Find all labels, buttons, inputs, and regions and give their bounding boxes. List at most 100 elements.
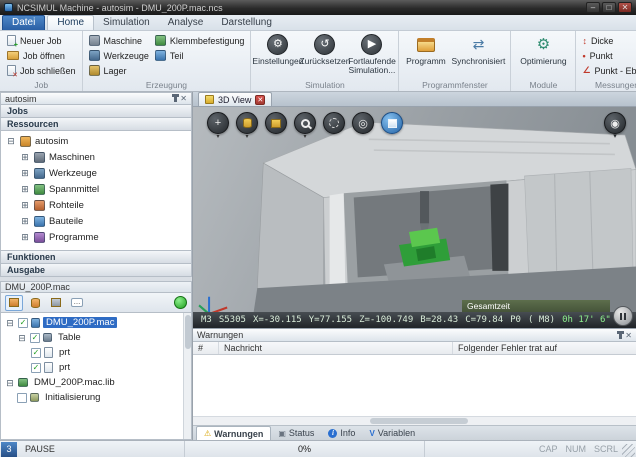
camera-options[interactable]: ◉ ▾ xyxy=(604,112,626,140)
close-job-button[interactable]: ✕ Job schließen xyxy=(4,63,79,78)
jobs-label: Jobs xyxy=(7,106,28,116)
column-error[interactable]: Folgender Fehler trat auf xyxy=(453,342,636,354)
tab-darstellung[interactable]: Darstellung xyxy=(212,16,281,30)
pin-icon[interactable] xyxy=(174,95,177,102)
program-tree-scrollbar[interactable] xyxy=(183,313,191,439)
punkt-button[interactable]: • Punkt xyxy=(579,48,636,63)
synchronisiert-button[interactable]: ⇄ Synchronisiert xyxy=(449,33,507,79)
tree-node-bauteile[interactable]: ⊞ Bauteile xyxy=(1,213,191,229)
checkbox-checked-icon[interactable]: ✓ xyxy=(18,318,28,328)
new-job-button[interactable]: + Neuer Job xyxy=(4,33,79,48)
tab-3d-view[interactable]: 3D View ✕ xyxy=(198,92,272,106)
program-node-prt1[interactable]: ✓ prt xyxy=(1,345,191,360)
panel-close-icon[interactable]: ✕ xyxy=(180,94,187,103)
stock-display-icon[interactable]: ▾ xyxy=(236,112,258,134)
horizontal-scrollbar[interactable] xyxy=(193,416,636,425)
minimize-icon[interactable]: – xyxy=(586,2,600,13)
program-node-init[interactable]: Initialisierung xyxy=(1,390,191,405)
expand-icon[interactable]: ⊞ xyxy=(20,152,30,162)
optimierung-button[interactable]: ⚙ Optimierung xyxy=(514,33,572,79)
program-file-icon xyxy=(31,318,40,328)
teil-button[interactable]: Teil xyxy=(152,48,248,63)
table-node-label: Table xyxy=(55,332,84,343)
expand-icon[interactable]: ⊞ xyxy=(20,232,30,242)
werkzeuge-button[interactable]: Werkzeuge xyxy=(86,48,152,63)
panel-close-icon[interactable]: ✕ xyxy=(625,331,632,340)
app-icon xyxy=(4,3,13,12)
section-funktionen[interactable]: Funktionen xyxy=(0,251,192,264)
tab-status[interactable]: ▣ Status xyxy=(271,426,321,440)
column-message[interactable]: Nachricht xyxy=(219,342,453,354)
open-job-label: Job öffnen xyxy=(23,51,65,61)
program-node-root[interactable]: ⊟ ✓ DMU_200P.mac xyxy=(1,315,191,330)
expand-icon[interactable]: ⊞ xyxy=(20,184,30,194)
expand-icon[interactable]: ⊞ xyxy=(20,200,30,210)
maschine-button[interactable]: Maschine xyxy=(86,33,152,48)
pan-view-icon[interactable]: +▾ xyxy=(207,112,229,134)
checkbox-checked-icon[interactable]: ✓ xyxy=(30,333,40,343)
target-view-icon[interactable]: ◎ xyxy=(352,112,374,134)
maximize-icon[interactable]: □ xyxy=(602,2,616,13)
checkbox-checked-icon[interactable]: ✓ xyxy=(31,348,41,358)
tab-analyse[interactable]: Analyse xyxy=(159,16,213,30)
ribbon-group-simulation: ⚙ Einstellungen ↺ Zurücksetzen ▶ Fortlau… xyxy=(251,31,399,91)
program-node-lib[interactable]: ⊟ DMU_200P.mac.lib xyxy=(1,375,191,390)
tab-info[interactable]: i Info xyxy=(321,426,362,440)
punkt-ebene-button[interactable]: ∠ Punkt - Ebene xyxy=(579,63,636,78)
tab-close-icon[interactable]: ✕ xyxy=(255,95,265,105)
checkbox-icon[interactable] xyxy=(17,393,27,403)
section-ausgabe[interactable]: Ausgabe xyxy=(0,264,192,277)
expand-icon[interactable]: ⊞ xyxy=(20,216,30,226)
tree-node-programme[interactable]: ⊞ Programme xyxy=(1,229,191,245)
rohteile-node-label: Rohteile xyxy=(49,200,84,211)
zuruecksetzen-button[interactable]: ↺ Zurücksetzen xyxy=(301,33,348,79)
dicke-button[interactable]: ↕ Dicke xyxy=(579,33,636,48)
close-icon[interactable]: ✕ xyxy=(618,2,632,13)
tree-node-spannmittel[interactable]: ⊞ Spannmittel xyxy=(1,181,191,197)
program-view-button[interactable] xyxy=(5,295,23,311)
zoom-icon[interactable]: ▾ xyxy=(294,112,316,134)
tab-datei[interactable]: Datei xyxy=(2,15,45,30)
camera-icon[interactable]: ◉ xyxy=(604,112,626,134)
resize-grip[interactable] xyxy=(622,444,635,457)
column-number[interactable]: # xyxy=(193,342,219,354)
tree-node-werkzeuge[interactable]: ⊞ Werkzeuge xyxy=(1,165,191,181)
collapse-icon[interactable]: ⊟ xyxy=(17,333,27,343)
programm-button[interactable]: Programm xyxy=(402,33,449,79)
dicke-label: Dicke xyxy=(591,36,614,46)
collapse-icon[interactable]: ⊟ xyxy=(6,136,16,146)
program-tools-button[interactable] xyxy=(47,295,65,311)
tree-node-maschinen[interactable]: ⊞ Maschinen xyxy=(1,149,191,165)
tab-simulation[interactable]: Simulation xyxy=(94,16,159,30)
fortlaufende-simulation-button[interactable]: ▶ Fortlaufende Simulation... xyxy=(348,33,395,79)
tab-warnungen[interactable]: ⚠ Warnungen xyxy=(196,426,271,440)
klemmbefestigung-button[interactable]: Klemmbefestigung xyxy=(152,33,248,48)
tab-home[interactable]: Home xyxy=(47,15,94,30)
open-job-button[interactable]: Job öffnen xyxy=(4,48,79,63)
program-stack-button[interactable] xyxy=(26,295,44,311)
program-toolbar: … xyxy=(0,293,192,313)
section-ressourcen[interactable]: Ressourcen xyxy=(0,118,192,131)
einstellungen-button[interactable]: ⚙ Einstellungen xyxy=(254,33,301,79)
expand-icon[interactable]: ⊞ xyxy=(20,168,30,178)
pin-icon[interactable] xyxy=(619,332,622,339)
collapse-icon[interactable]: ⊟ xyxy=(5,378,15,388)
shaded-view-icon[interactable] xyxy=(381,112,403,134)
tab-variablen[interactable]: V Variablen xyxy=(362,426,422,440)
collapse-icon[interactable]: ⊟ xyxy=(5,318,15,328)
3d-viewport[interactable]: +▾ ▾ ▾ ◎ ◉ ▾ Gesamtzeit M3 S53 xyxy=(193,107,636,328)
checkbox-checked-icon[interactable]: ✓ xyxy=(31,363,41,373)
program-node-table[interactable]: ⊟ ✓ Table xyxy=(1,330,191,345)
part-display-icon[interactable] xyxy=(265,112,287,134)
camera-dropdown-icon[interactable]: ▾ xyxy=(613,134,617,140)
warnings-list[interactable] xyxy=(193,355,636,416)
pause-button[interactable] xyxy=(613,306,633,326)
section-jobs[interactable]: Jobs xyxy=(0,105,192,118)
comment-bubble-button[interactable]: … xyxy=(68,295,86,311)
tree-node-rohteile[interactable]: ⊞ Rohteile xyxy=(1,197,191,213)
section-view-icon[interactable] xyxy=(323,112,345,134)
page-indicator[interactable]: 3 xyxy=(1,442,17,457)
program-node-prt2[interactable]: ✓ prt xyxy=(1,360,191,375)
tree-node-root[interactable]: ⊟ autosim xyxy=(1,133,191,149)
lager-button[interactable]: Lager xyxy=(86,63,152,78)
